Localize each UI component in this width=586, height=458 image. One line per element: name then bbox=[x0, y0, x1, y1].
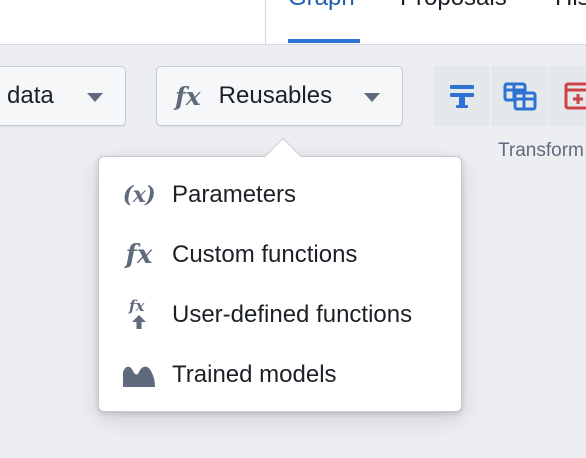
caret-down-icon bbox=[87, 93, 103, 102]
svg-text:fx: fx bbox=[128, 298, 145, 315]
fx-icon-glyph: fx bbox=[125, 240, 153, 270]
header-divider bbox=[265, 0, 266, 45]
menu-item-label: Parameters bbox=[172, 181, 297, 208]
fx-upload-icon: fx bbox=[119, 298, 159, 332]
parameters-icon: (x) bbox=[119, 182, 159, 208]
trained-model-icon bbox=[119, 362, 159, 388]
join-button[interactable] bbox=[491, 66, 549, 126]
app-page: Graph Proposals History l data fx Reusab… bbox=[0, 0, 586, 458]
menu-item-custom-functions[interactable]: fx Custom functions bbox=[99, 227, 461, 283]
reusables-menu: (x) Parameters fx Custom functions fx Us… bbox=[98, 156, 462, 412]
reusables-dropdown-button[interactable]: fx Reusables bbox=[156, 66, 403, 126]
transform-group-label: Transform bbox=[498, 140, 584, 161]
menu-item-trained-models[interactable]: Trained models bbox=[99, 347, 461, 403]
menu-item-label: Trained models bbox=[172, 361, 337, 388]
filter-icon bbox=[449, 85, 474, 108]
data-button-label: l data bbox=[0, 82, 54, 109]
menu-item-user-defined-functions[interactable]: fx User-defined functions bbox=[99, 287, 461, 343]
menu-item-label: Custom functions bbox=[172, 241, 358, 268]
tab-history[interactable]: History bbox=[555, 0, 586, 10]
menu-item-parameters[interactable]: (x) Parameters bbox=[99, 167, 461, 223]
add-column-icon bbox=[564, 82, 586, 110]
add-column-button[interactable] bbox=[549, 66, 586, 126]
fx-upload-icon-svg: fx bbox=[128, 298, 146, 329]
trained-model-icon-svg bbox=[123, 366, 155, 387]
join-table-icon bbox=[503, 82, 536, 111]
fx-icon: fx bbox=[175, 81, 201, 111]
tab-graph[interactable]: Graph bbox=[288, 0, 355, 10]
caret-down-icon bbox=[364, 93, 380, 102]
data-dropdown-button[interactable]: l data bbox=[0, 66, 126, 126]
reusables-button-label: Reusables bbox=[218, 82, 333, 109]
tab-proposals[interactable]: Proposals bbox=[400, 0, 507, 10]
menu-item-label: User-defined functions bbox=[172, 301, 413, 328]
transform-toolbar-group bbox=[433, 66, 586, 126]
filter-button[interactable] bbox=[433, 66, 491, 126]
fx-icon: fx bbox=[119, 240, 159, 270]
active-tab-indicator bbox=[288, 39, 360, 43]
header-bar: Graph Proposals History bbox=[0, 0, 586, 45]
parameters-icon-glyph: (x) bbox=[122, 182, 156, 208]
